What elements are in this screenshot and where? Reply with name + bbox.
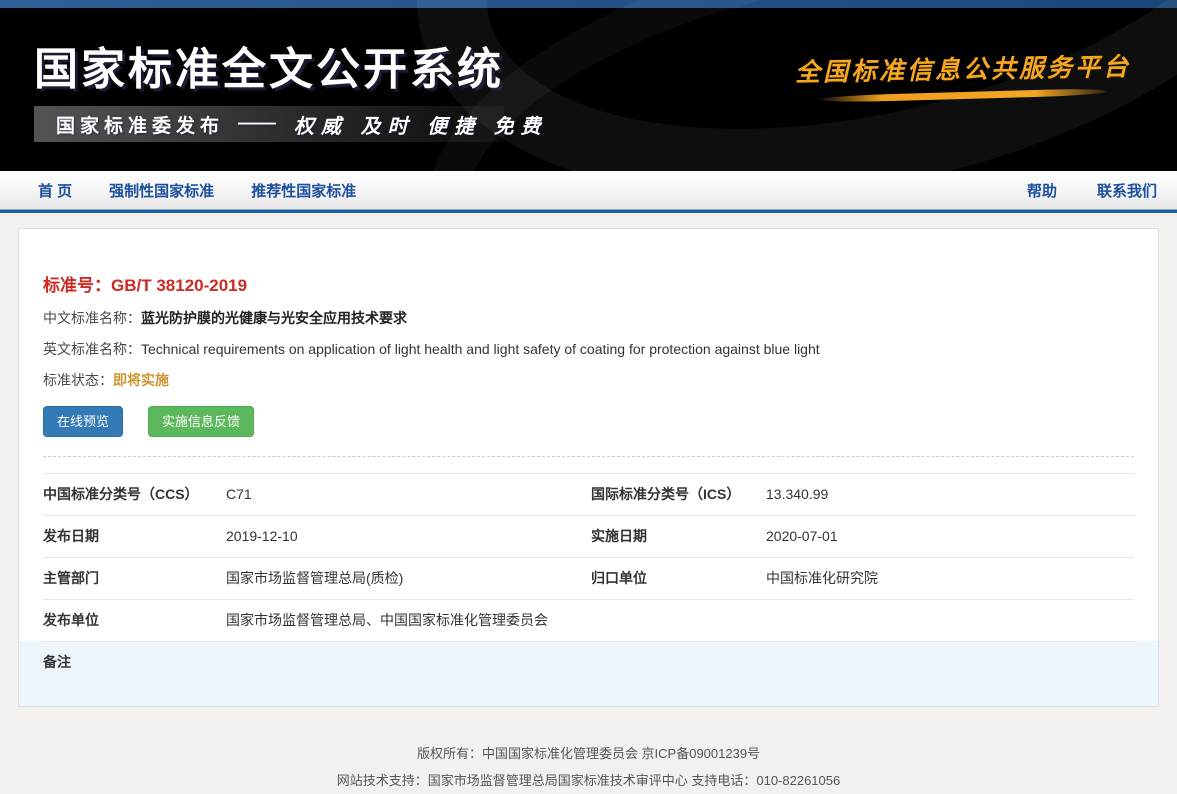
platform-banner: 全国标准信息公共服务平台 [795,50,1131,99]
table-row: 发布日期 2019-12-10 实施日期 2020-07-01 [19,515,1158,557]
status-badge: 即将实施 [113,372,169,388]
row-label-competent-dept: 主管部门 [43,570,226,587]
page-footer: 版权所有：中国国家标准化管理委员会 京ICP备09001239号 网站技术支持：… [0,740,1177,794]
subtitle-dash: —— [238,113,276,135]
nav-item-mandatory-standards[interactable]: 强制性国家标准 [109,180,214,201]
action-buttons: 在线预览 实施信息反馈 [43,406,1134,437]
row-value-competent-dept: 国家市场监督管理总局(质检) [226,570,591,587]
row-value-ics: 13.340.99 [766,486,1134,503]
row-label-ccs: 中国标准分类号（CCS） [43,486,226,503]
row-label-centralized-unit: 归口单位 [591,570,766,587]
nav-divider-line [0,209,1177,213]
nav-item-home[interactable]: 首 页 [38,180,72,201]
chinese-name-label: 中文标准名称： [43,310,141,326]
row-value-empty [766,612,1134,629]
row-value-centralized-unit: 中国标准化研究院 [766,570,1134,587]
standard-number-value: GB/T 38120-2019 [111,276,247,295]
english-name-label: 英文标准名称： [43,341,141,357]
standard-detail-card: 标准号：GB/T 38120-2019 中文标准名称：蓝光防护膜的光健康与光安全… [18,228,1159,707]
dashed-separator [43,456,1134,457]
row-value-publish-date: 2019-12-10 [226,528,591,545]
publisher-label: 国家标准委发布 [56,111,224,138]
row-label-remark: 备注 [43,654,226,671]
row-value-issuing-unit: 国家市场监督管理总局、中国国家标准化管理委员会 [226,612,591,629]
row-label-publish-date: 发布日期 [43,528,226,545]
row-label-ics: 国际标准分类号（ICS） [591,486,766,503]
main-nav: 首 页 强制性国家标准 推荐性国家标准 帮助 联系我们 [0,171,1177,209]
status-line: 标准状态：即将实施 [43,371,1134,389]
implementation-feedback-button[interactable]: 实施信息反馈 [148,406,254,437]
platform-name: 全国标准信息公共服务平台 [795,47,1132,89]
status-label: 标准状态： [43,372,113,388]
row-value-implement-date: 2020-07-01 [766,528,1134,545]
english-name-value: Technical requirements on application of… [141,341,820,357]
row-label-implement-date: 实施日期 [591,528,766,545]
nav-item-help[interactable]: 帮助 [1027,180,1057,201]
header-slogan: 权威 及时 便捷 免费 [294,110,548,139]
header-subtitle-band: 国家标准委发布 —— 权威 及时 便捷 免费 [34,106,504,142]
online-preview-button[interactable]: 在线预览 [43,406,123,437]
chinese-name-value: 蓝光防护膜的光健康与光安全应用技术要求 [141,310,407,326]
standard-info-table: 中国标准分类号（CCS） C71 国际标准分类号（ICS） 13.340.99 … [19,473,1158,706]
row-value-ccs: C71 [226,486,591,503]
standard-number-line: 标准号：GB/T 38120-2019 [43,271,1134,296]
standard-summary-section: 标准号：GB/T 38120-2019 中文标准名称：蓝光防护膜的光健康与光安全… [19,229,1158,437]
table-row: 中国标准分类号（CCS） C71 国际标准分类号（ICS） 13.340.99 [19,473,1158,515]
row-label-issuing-unit: 发布单位 [43,612,226,629]
nav-item-recommended-standards[interactable]: 推荐性国家标准 [251,180,356,201]
standard-number-label: 标准号： [43,276,111,295]
site-header: 国家标准全文公开系统 国家标准委发布 —— 权威 及时 便捷 免费 全国标准信息… [0,0,1177,171]
row-value-empty-2 [766,654,1134,671]
chinese-name-line: 中文标准名称：蓝光防护膜的光健康与光安全应用技术要求 [43,309,1134,327]
row-value-remark [226,654,591,671]
copyright-line: 版权所有：中国国家标准化管理委员会 京ICP备09001239号 [0,740,1177,767]
table-row-remark: 备注 [19,641,1158,706]
table-row: 主管部门 国家市场监督管理总局(质检) 归口单位 中国标准化研究院 [19,557,1158,599]
nav-item-contact-us[interactable]: 联系我们 [1097,180,1157,201]
row-label-empty [591,612,766,629]
nav-right-group: 帮助 联系我们 [987,180,1157,201]
row-label-empty-2 [591,654,766,671]
site-title: 国家标准全文公开系统 [34,33,504,97]
english-name-line: 英文标准名称：Technical requirements on applica… [43,340,1134,358]
table-row: 发布单位 国家市场监督管理总局、中国国家标准化管理委员会 [19,599,1158,641]
